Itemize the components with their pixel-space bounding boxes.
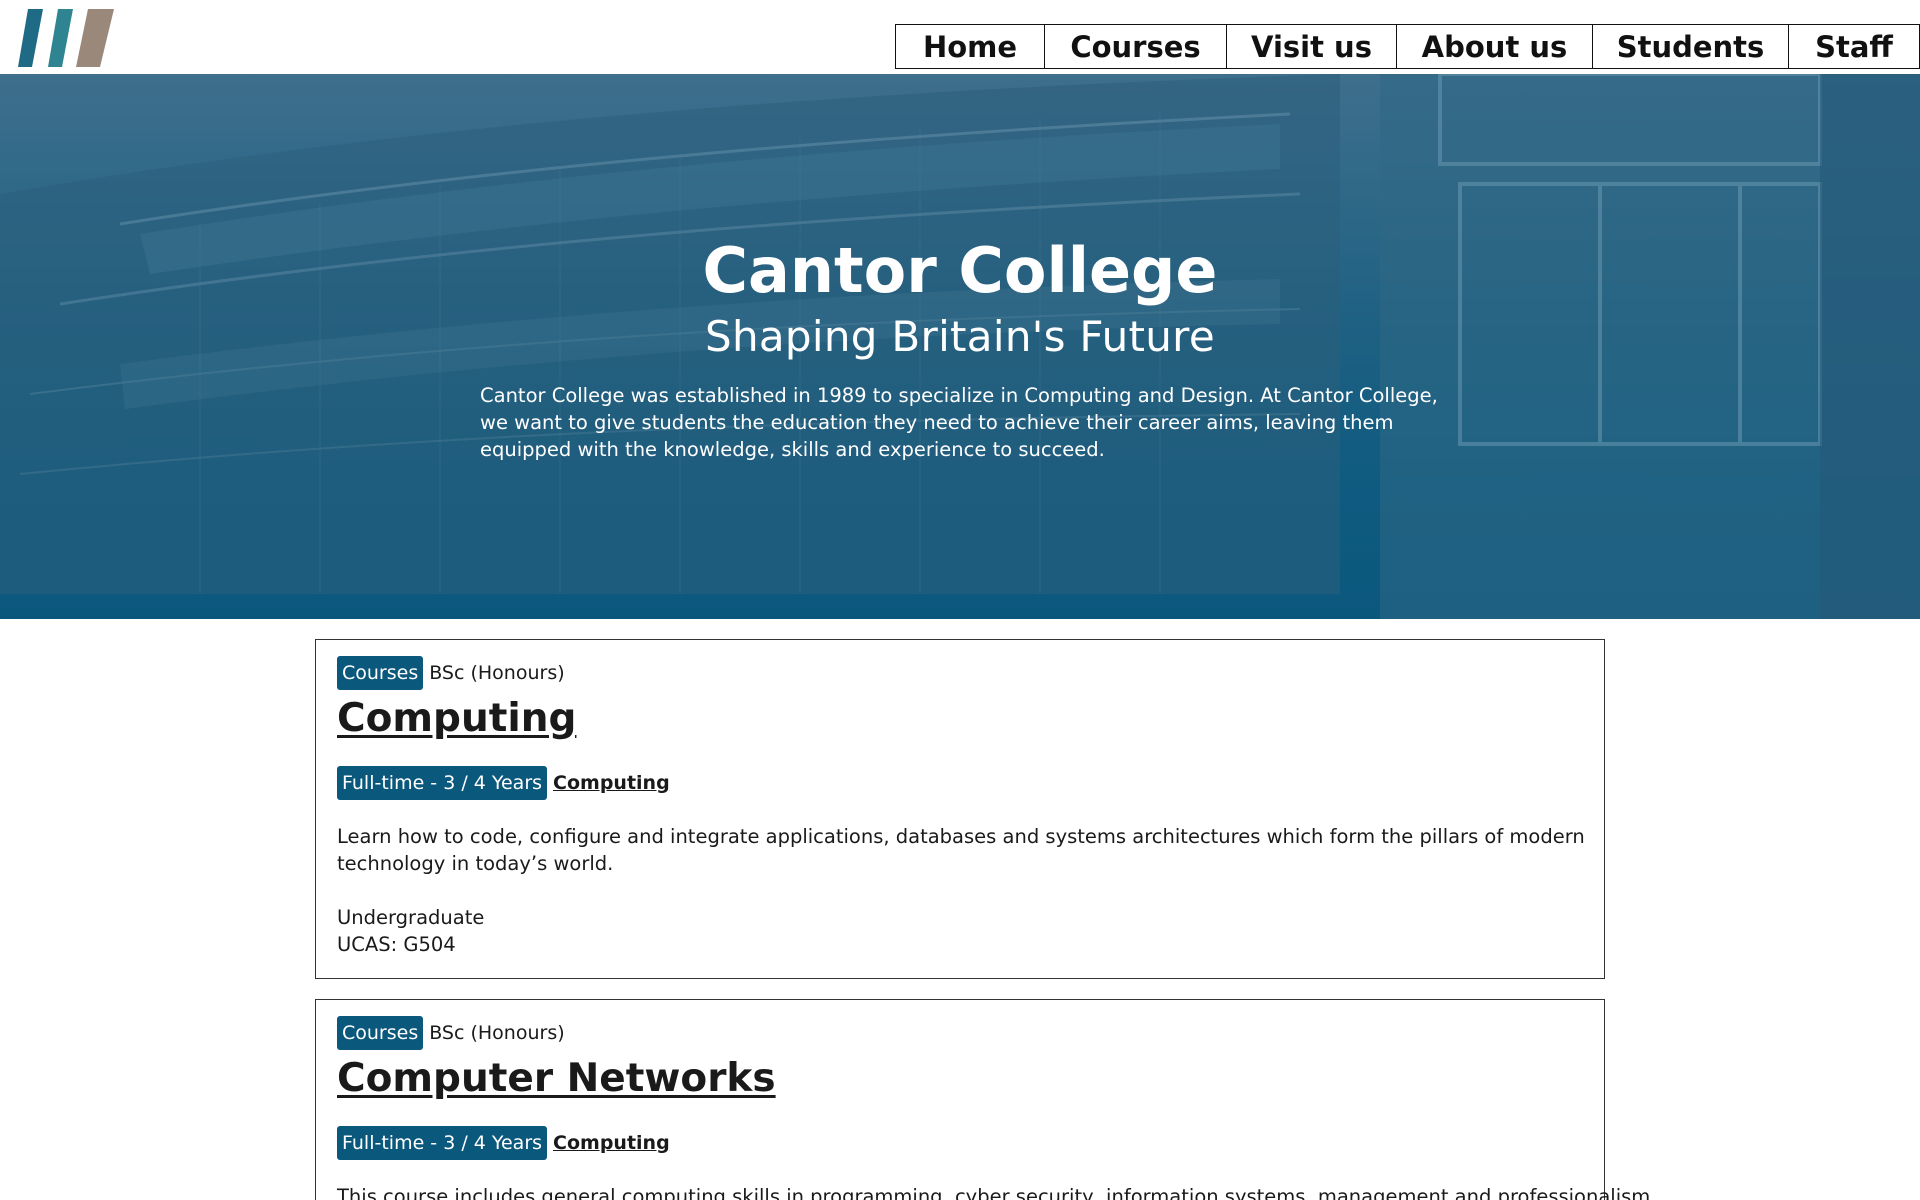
courses-tag-link[interactable]: Courses [337,656,424,690]
course-card: Courses BSc (Honours) Computer Networks … [315,999,1651,1200]
study-mode-badge: Full-time - 3 / 4 Years [337,766,548,800]
courses-tag-link[interactable]: Courses [337,1016,424,1050]
nav-courses-label: Courses [1070,29,1201,64]
nav-courses[interactable]: Courses [1044,24,1226,69]
nav-staff-label: Staff [1815,29,1893,64]
hero-banner: Cantor College Shaping Britain's Future … [0,74,1920,619]
course-title-link[interactable]: Computing [337,695,1587,743]
course-description: This course includes general computing s… [337,1185,1651,1200]
course-description: Learn how to code, configure and integra… [337,825,1585,875]
study-mode-badge: Full-time - 3 / 4 Years [337,1126,548,1160]
nav-students-label: Students [1616,29,1765,64]
hero-intro: Cantor College was established in 1989 t… [480,384,1438,461]
course-breadcrumb: Courses BSc (Honours) [337,655,1587,691]
course-meta: Full-time - 3 / 4 Years Computing [337,765,1587,801]
department-link[interactable]: Computing [553,1132,670,1154]
site-header: Home Courses Visit us About us Students … [0,0,1920,74]
nav-students[interactable]: Students [1592,24,1788,69]
hero-title: Cantor College [702,234,1218,307]
course-title-link[interactable]: Computer Networks [337,1055,1587,1103]
nav-visit-us[interactable]: Visit us [1226,24,1396,69]
degree-label: BSc (Honours) [429,662,565,684]
hero-subtitle: Shaping Britain's Future [705,312,1215,361]
hero-content: Cantor College Shaping Britain's Future … [0,74,1920,619]
course-level: Undergraduate [337,906,485,929]
college-logo[interactable] [18,9,120,69]
nav-staff[interactable]: Staff [1788,24,1920,69]
nav-about-us-label: About us [1421,29,1568,64]
nav-home-label: Home [922,29,1018,64]
degree-label: BSc (Honours) [429,1022,565,1044]
main-nav: Home Courses Visit us About us Students … [895,24,1920,69]
course-breadcrumb: Courses BSc (Honours) [337,1015,1587,1051]
department-link[interactable]: Computing [553,772,670,794]
ucas-code: UCAS: G504 [337,933,456,956]
nav-about-us[interactable]: About us [1396,24,1592,69]
nav-home[interactable]: Home [895,24,1044,69]
course-card: Courses BSc (Honours) Computing Full-tim… [315,639,1605,979]
course-meta: Full-time - 3 / 4 Years Computing [337,1125,1587,1161]
nav-visit-us-label: Visit us [1251,29,1372,64]
